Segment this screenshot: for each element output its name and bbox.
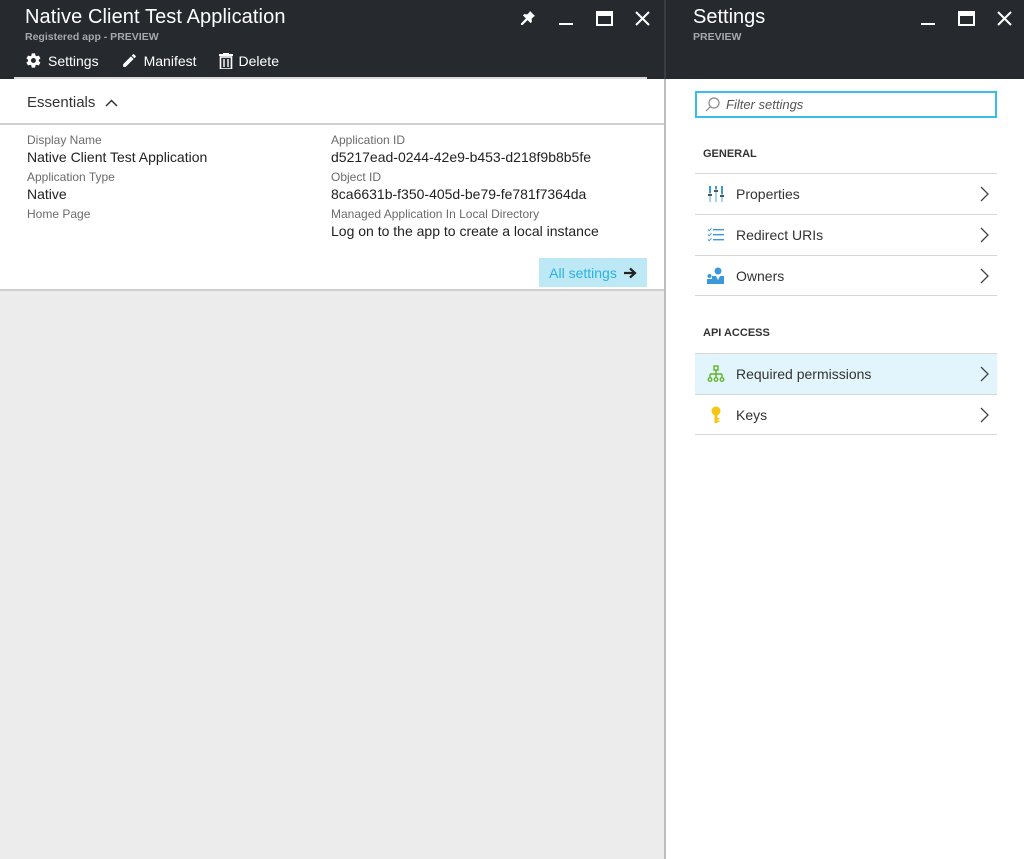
maximize-icon	[957, 10, 975, 26]
azure-portal: Native Client Test Application Registere…	[0, 0, 1024, 859]
field-label: Managed Application In Local Directory	[331, 207, 540, 221]
app-blade: Native Client Test Application Registere…	[0, 0, 665, 859]
field-value: Log on to the app to create a local inst…	[331, 223, 599, 239]
settings-item-keys[interactable]: Keys	[695, 394, 997, 435]
essentials-toggle[interactable]: Essentials	[27, 94, 118, 111]
properties-icon	[705, 185, 727, 203]
trash-icon	[218, 52, 233, 69]
pin-icon	[521, 11, 535, 25]
object-id-field: Object ID 8ca6631b-f350-405d-be79-fe781f…	[331, 170, 599, 203]
all-settings-button[interactable]: All settings	[539, 258, 647, 287]
section-label-api-access: API ACCESS	[703, 327, 770, 339]
essentials-divider	[0, 123, 665, 125]
chevron-right-icon	[980, 227, 989, 243]
delete-label: Delete	[238, 52, 279, 69]
settings-item-label: Redirect URIs	[736, 227, 824, 243]
field-label: Application ID	[331, 133, 406, 147]
gear-icon	[26, 53, 41, 68]
blade-title: Native Client Test Application	[25, 6, 286, 28]
manifest-button[interactable]: Manifest	[121, 52, 197, 69]
arrow-right-icon	[623, 267, 637, 278]
settings-title: Settings	[693, 6, 766, 28]
managed-application-field: Managed Application In Local Directory L…	[331, 207, 599, 240]
maximize-button[interactable]	[585, 8, 623, 28]
command-bar: Settings Manifest Delete	[25, 52, 301, 69]
application-type-field: Application Type Native	[27, 170, 207, 203]
manifest-label: Manifest	[143, 52, 197, 69]
settings-window-controls	[909, 8, 1023, 28]
blade-subtitle: Registered app - PREVIEW	[25, 31, 159, 43]
all-settings-label: All settings	[549, 264, 617, 281]
maximize-icon	[595, 10, 613, 26]
delete-button[interactable]: Delete	[218, 52, 279, 69]
field-label: Display Name	[27, 133, 102, 147]
settings-item-properties[interactable]: Properties	[695, 173, 997, 214]
section-label-general: GENERAL	[703, 148, 757, 160]
settings-item-label: Owners	[736, 267, 785, 284]
essentials-right-column: Application ID d5217ead-0244-42e9-b453-d…	[331, 133, 599, 244]
chevron-up-icon	[105, 98, 118, 107]
field-value: 8ca6631b-f350-405d-be79-fe781f7364da	[331, 186, 587, 202]
app-blade-header: Native Client Test Application Registere…	[0, 0, 665, 79]
home-page-field: Home Page	[27, 207, 207, 222]
field-value: d5217ead-0244-42e9-b453-d218f9b8b5fe	[331, 149, 592, 165]
search-icon	[705, 97, 720, 112]
settings-blade: Settings PREVIEW GENERAL	[666, 0, 1024, 859]
settings-item-required-permissions[interactable]: Required permissions	[695, 353, 997, 394]
essentials-panel: Essentials Display Name Native Client Te…	[0, 79, 665, 291]
pin-button[interactable]	[509, 8, 547, 28]
field-value: Native	[27, 186, 67, 202]
settings-item-owners[interactable]: Owners	[695, 255, 997, 296]
chevron-right-icon	[980, 366, 989, 382]
chevron-right-icon	[980, 407, 989, 423]
list-icon	[705, 226, 727, 244]
application-id-field: Application ID d5217ead-0244-42e9-b453-d…	[331, 133, 599, 166]
field-label: Application Type	[27, 170, 115, 184]
owners-icon	[705, 267, 727, 285]
display-name-field: Display Name Native Client Test Applicat…	[27, 133, 207, 166]
filter-settings-input[interactable]	[726, 97, 986, 112]
settings-close-button[interactable]	[985, 8, 1023, 28]
settings-item-label: Required permissions	[736, 366, 872, 382]
chevron-right-icon	[980, 268, 989, 284]
essentials-left-column: Display Name Native Client Test Applicat…	[27, 133, 207, 226]
minimize-icon	[921, 23, 935, 25]
settings-button[interactable]: Settings	[25, 52, 99, 69]
settings-label: Settings	[48, 52, 99, 69]
hierarchy-icon	[705, 365, 727, 383]
field-label: Home Page	[27, 207, 91, 221]
close-icon	[996, 10, 1012, 26]
minimize-button[interactable]	[547, 8, 585, 28]
api-access-list: Required permissions Keys	[695, 353, 997, 435]
chevron-right-icon	[980, 186, 989, 202]
settings-item-label: Keys	[736, 406, 768, 423]
filter-settings-box[interactable]	[695, 91, 997, 118]
field-value: Native Client Test Application	[27, 149, 208, 165]
settings-maximize-button[interactable]	[947, 8, 985, 28]
settings-item-label: Properties	[736, 186, 800, 202]
close-button[interactable]	[623, 8, 661, 28]
essentials-heading: Essentials	[27, 94, 96, 111]
pencil-icon	[122, 54, 136, 67]
minimize-icon	[559, 23, 573, 25]
key-icon	[705, 406, 727, 424]
app-blade-window-controls	[509, 8, 661, 28]
field-label: Object ID	[331, 170, 382, 184]
settings-subtitle: PREVIEW	[693, 31, 742, 43]
settings-minimize-button[interactable]	[909, 8, 947, 28]
settings-item-redirect-uris[interactable]: Redirect URIs	[695, 214, 997, 255]
settings-blade-header: Settings PREVIEW	[666, 0, 1024, 79]
general-settings-list: Properties Redirect URIs Owners	[695, 173, 997, 296]
close-icon	[634, 10, 650, 26]
